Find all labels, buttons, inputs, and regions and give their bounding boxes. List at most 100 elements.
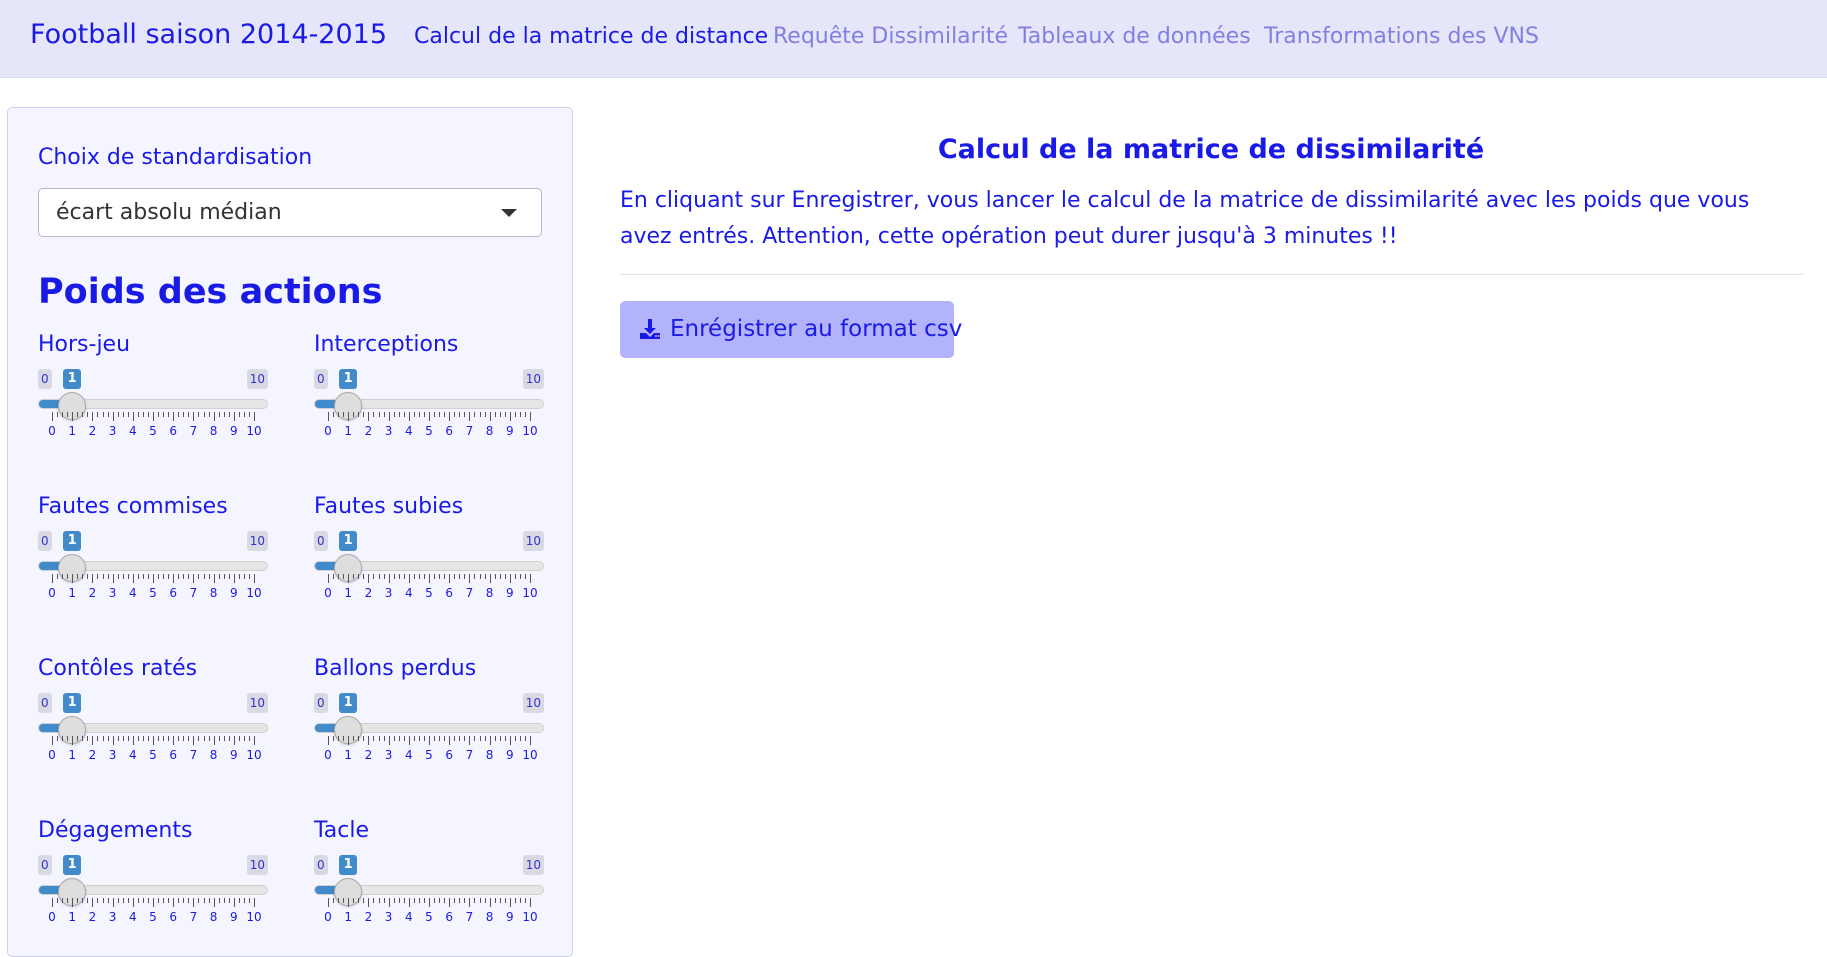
slider-tick xyxy=(519,574,521,579)
slider-tick xyxy=(218,412,220,417)
slider-tick xyxy=(514,736,516,741)
slider-current-value: 1 xyxy=(63,855,82,875)
slider-tick xyxy=(514,574,516,579)
slider-tick xyxy=(72,898,74,907)
slider-tick xyxy=(173,412,175,421)
slider-tick xyxy=(343,412,345,417)
tab-requete-dissimilarite[interactable]: Requête Dissimilarité xyxy=(773,24,1008,49)
slider-tick xyxy=(403,412,405,417)
slider-tick xyxy=(132,898,134,907)
slider-tick xyxy=(413,898,415,903)
slider-tick xyxy=(338,412,340,417)
slider-tick-label: 2 xyxy=(88,910,97,924)
slider-tick xyxy=(474,898,476,903)
standardisation-select[interactable]: écart absolu médian xyxy=(38,188,542,237)
slider-tick xyxy=(434,736,436,741)
slider-tick xyxy=(117,574,119,579)
slider-tick-label: 0 xyxy=(48,586,56,600)
slider-tick xyxy=(363,898,365,903)
slider-tick xyxy=(358,412,360,417)
slider-tick-label: 1 xyxy=(68,424,77,438)
slider-tick-label: 2 xyxy=(364,424,373,438)
chevron-down-icon xyxy=(501,209,517,217)
slider-tick-label: 8 xyxy=(209,424,218,438)
slider-tick xyxy=(444,412,446,417)
slider-tick xyxy=(479,574,481,579)
slider-tick xyxy=(504,412,506,417)
slider-tick xyxy=(449,898,451,907)
slider-tick xyxy=(464,736,466,741)
page-title: Calcul de la matrice de dissimilarité xyxy=(937,134,1485,165)
slider-tick-label: 0 xyxy=(324,748,332,762)
slider-tick xyxy=(439,574,441,579)
slider-tick xyxy=(474,412,476,417)
slider-tick xyxy=(378,412,380,417)
download-csv-label: Enrégistrer au format csv xyxy=(670,316,963,342)
slider-tick-label: 3 xyxy=(384,586,393,600)
slider-tick xyxy=(439,736,441,741)
slider-tick xyxy=(434,898,436,903)
slider-tick xyxy=(363,736,365,741)
section-title-poids-actions: Poids des actions xyxy=(38,272,383,312)
slider-tick xyxy=(223,574,225,579)
slider-tick xyxy=(489,574,491,583)
slider-tick-label: 5 xyxy=(149,586,157,600)
download-csv-button[interactable]: Enrégistrer au format csv xyxy=(620,301,962,358)
slider-tick xyxy=(223,898,225,903)
slider-tick xyxy=(102,412,104,417)
slider-tick xyxy=(429,898,430,907)
slider-tick xyxy=(504,898,506,903)
slider-tick xyxy=(254,736,255,745)
slider-tick-label: 1 xyxy=(344,910,353,924)
slider-tick xyxy=(107,412,109,417)
slider-tick xyxy=(254,574,255,583)
slider-tick xyxy=(469,736,471,745)
slider-tick xyxy=(454,898,456,903)
slider-tick xyxy=(408,898,410,907)
slider-tick xyxy=(353,736,355,741)
slider-tick xyxy=(499,736,501,741)
slider-tick xyxy=(112,898,114,907)
tab-calcul-matrice-distance[interactable]: Calcul de la matrice de distance xyxy=(414,24,768,49)
slider-tick xyxy=(102,736,104,741)
slider-tick xyxy=(499,898,501,903)
slider-tick xyxy=(153,574,154,583)
slider-tick-label: 3 xyxy=(108,910,117,924)
slider-tick xyxy=(57,574,59,579)
slider-tick xyxy=(223,736,225,741)
slider-label: Fautes commises xyxy=(38,494,228,519)
slider-ticks: 0 1 2 3 4 5 6 7 8 9 10 xyxy=(38,574,268,604)
slider-tick xyxy=(398,898,400,903)
slider-tick xyxy=(62,898,64,903)
slider-tick xyxy=(504,574,506,579)
slider-tick xyxy=(163,574,165,579)
slider-tick xyxy=(163,736,165,741)
slider-tick-label: 0 xyxy=(324,910,332,924)
slider-tick-label: 4 xyxy=(404,424,413,438)
slider-ticks: 0 1 2 3 4 5 6 7 8 9 10 xyxy=(314,412,544,442)
slider-tick xyxy=(67,412,69,417)
slider-tick xyxy=(333,736,335,741)
slider-tick xyxy=(393,574,395,579)
slider-tick xyxy=(238,736,240,741)
slider-tick xyxy=(348,898,350,907)
slider-tick xyxy=(333,574,335,579)
slider-tick xyxy=(183,412,185,417)
divider xyxy=(620,274,1803,275)
slider-tick xyxy=(147,736,149,741)
slider-tick xyxy=(178,736,180,741)
tab-transformations-vns[interactable]: Transformations des VNS xyxy=(1264,24,1539,49)
slider-tick xyxy=(423,574,425,579)
app-brand[interactable]: Football saison 2014-2015 xyxy=(30,19,387,50)
slider-tick xyxy=(393,898,395,903)
slider-max-value: 10 xyxy=(522,369,544,389)
slider-tick xyxy=(173,898,175,907)
slider-tick-label: 7 xyxy=(189,424,198,438)
slider-max-value: 10 xyxy=(246,369,268,389)
slider-tick xyxy=(439,412,441,417)
slider-tick xyxy=(368,898,370,907)
slider-tick xyxy=(423,898,425,903)
slider-tick-label: 7 xyxy=(189,910,198,924)
slider-tick xyxy=(178,412,180,417)
tab-tableaux-donnees[interactable]: Tableaux de données xyxy=(1018,24,1251,49)
